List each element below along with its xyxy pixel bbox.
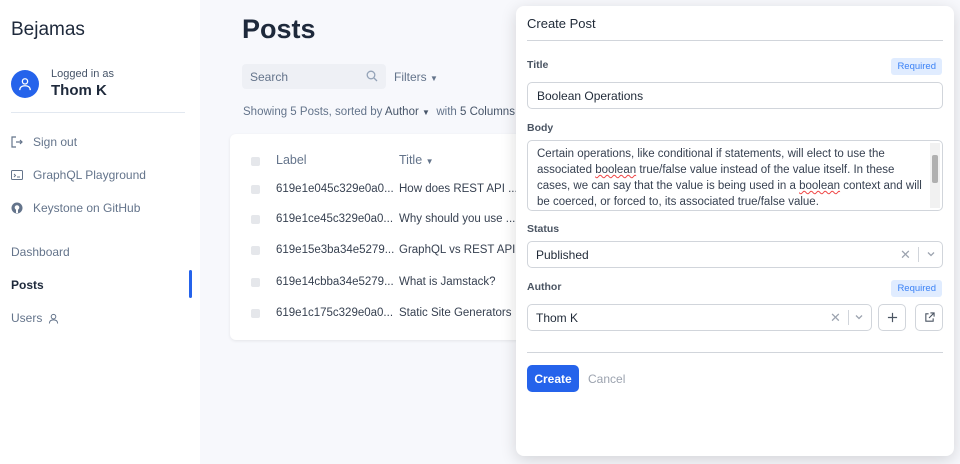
dialog-title: Create Post: [527, 16, 596, 31]
nav-posts[interactable]: Posts: [11, 278, 44, 292]
row-title: What is Jamstack?: [399, 276, 496, 288]
search-input[interactable]: Search: [242, 64, 386, 89]
nav-users-label: Users: [11, 311, 43, 325]
row-title: Why should you use ...: [399, 213, 516, 225]
table-row[interactable]: 619e1ce45c329e0a0... Why should you use …: [230, 213, 530, 229]
table-row[interactable]: 619e15e3ba34e5279... GraphQL vs REST API: [230, 244, 530, 260]
chevron-down-icon[interactable]: [926, 249, 936, 262]
posts-table: Label Title ▼ 619e1e045c329e0a0... How d…: [230, 134, 530, 340]
body-field[interactable]: Certain operations, like conditional if …: [527, 140, 943, 211]
create-button[interactable]: Create: [527, 365, 579, 392]
title-field-label: Title: [527, 59, 549, 71]
search-icon: [366, 70, 378, 85]
brand-title: Bejamas: [11, 19, 85, 40]
author-required-badge: Required: [891, 280, 942, 297]
status-field-label: Status: [527, 223, 560, 235]
create-post-dialog: Create Post Title Required Boolean Opera…: [516, 6, 954, 456]
body-field-label: Body: [527, 122, 554, 134]
table-header: Label Title ▼: [230, 153, 530, 169]
clear-icon[interactable]: ✕: [900, 247, 911, 263]
plus-icon: [887, 312, 898, 323]
row-label[interactable]: 619e1c175c329e0a0...: [276, 307, 393, 319]
body-text-misspelled: boolean: [799, 180, 841, 192]
status-value: Published: [536, 248, 589, 262]
user-info: Logged in as Thom K: [11, 68, 114, 99]
graphql-playground-link[interactable]: GraphQL Playground: [11, 168, 146, 182]
row-checkbox[interactable]: [251, 309, 260, 318]
sidebar: Bejamas Logged in as Thom K Sign out Gra…: [0, 0, 200, 464]
row-checkbox[interactable]: [251, 185, 260, 194]
showing-text: Showing 5 Posts, sorted by: [243, 106, 383, 118]
dialog-footer-divider: [527, 352, 943, 353]
author-select[interactable]: Thom K ✕: [527, 304, 872, 331]
add-author-button[interactable]: [878, 304, 906, 331]
row-label[interactable]: 619e1ce45c329e0a0...: [276, 213, 393, 225]
avatar-icon: [11, 69, 39, 98]
column-header-label[interactable]: Label: [276, 153, 307, 167]
column-header-title[interactable]: Title ▼: [399, 153, 434, 167]
author-value: Thom K: [536, 311, 579, 325]
columns-select[interactable]: 5 Columns: [460, 106, 515, 118]
scrollbar-thumb[interactable]: [932, 155, 938, 183]
row-title: How does REST API ...: [399, 183, 518, 195]
row-label[interactable]: 619e1e045c329e0a0...: [276, 183, 394, 195]
row-label[interactable]: 619e15e3ba34e5279...: [276, 244, 394, 256]
row-title: GraphQL vs REST API: [399, 244, 516, 256]
open-author-button[interactable]: [915, 304, 943, 331]
keystone-github-label: Keystone on GitHub: [33, 201, 141, 215]
terminal-icon: [11, 169, 23, 181]
chevron-down-icon: ▼: [425, 157, 434, 166]
sign-out-icon: [11, 136, 23, 148]
sign-out-link[interactable]: Sign out: [11, 135, 77, 149]
select-all-checkbox[interactable]: [251, 157, 260, 166]
title-required-badge: Required: [891, 58, 942, 75]
sign-out-label: Sign out: [33, 135, 78, 149]
table-row[interactable]: 619e14cbba34e5279... What is Jamstack?: [230, 276, 530, 292]
dialog-header-divider: [527, 40, 943, 41]
title-field[interactable]: Boolean Operations: [527, 82, 943, 109]
cancel-button[interactable]: Cancel: [588, 372, 625, 386]
keystone-github-link[interactable]: Keystone on GitHub: [11, 201, 140, 215]
with-text: with: [436, 106, 457, 118]
nav-users[interactable]: Users: [11, 311, 59, 325]
row-checkbox[interactable]: [251, 278, 260, 287]
graphql-playground-label: GraphQL Playground: [33, 168, 146, 182]
row-checkbox[interactable]: [251, 215, 260, 224]
select-divider: [848, 310, 849, 325]
chevron-down-icon: ▼: [430, 74, 438, 83]
user-name: Thom K: [51, 82, 107, 99]
chevron-down-icon: ▼: [422, 108, 430, 117]
sort-field-label: Author: [384, 106, 419, 118]
select-divider: [918, 247, 919, 262]
sidebar-divider: [11, 112, 185, 113]
table-row[interactable]: 619e1c175c329e0a0... Static Site Generat…: [230, 307, 530, 323]
table-row[interactable]: 619e1e045c329e0a0... How does REST API .…: [230, 183, 530, 199]
chevron-down-icon[interactable]: [854, 312, 864, 325]
body-scrollbar[interactable]: [930, 143, 940, 208]
github-icon: [11, 202, 23, 214]
row-title: Static Site Generators: [399, 307, 512, 319]
search-placeholder: Search: [250, 70, 289, 84]
row-label[interactable]: 619e14cbba34e5279...: [276, 276, 394, 288]
list-summary: Showing 5 Posts, sorted by Author ▼ with…: [243, 106, 515, 118]
author-field-label: Author: [527, 281, 562, 293]
column-header-title-label: Title: [399, 153, 423, 167]
external-link-icon: [924, 312, 935, 323]
clear-icon[interactable]: ✕: [830, 310, 841, 326]
user-icon: [48, 313, 59, 324]
nav-dashboard[interactable]: Dashboard: [11, 245, 70, 259]
active-nav-indicator: [189, 270, 192, 298]
sort-field-select[interactable]: Author ▼: [385, 106, 430, 118]
filters-label: Filters: [394, 70, 427, 84]
row-checkbox[interactable]: [251, 246, 260, 255]
page-title: Posts: [242, 14, 316, 44]
logged-in-label: Logged in as: [51, 68, 114, 80]
filters-button[interactable]: Filters ▼: [394, 70, 438, 84]
status-select[interactable]: Published ✕: [527, 241, 943, 268]
body-text-misspelled: boolean: [595, 164, 637, 176]
